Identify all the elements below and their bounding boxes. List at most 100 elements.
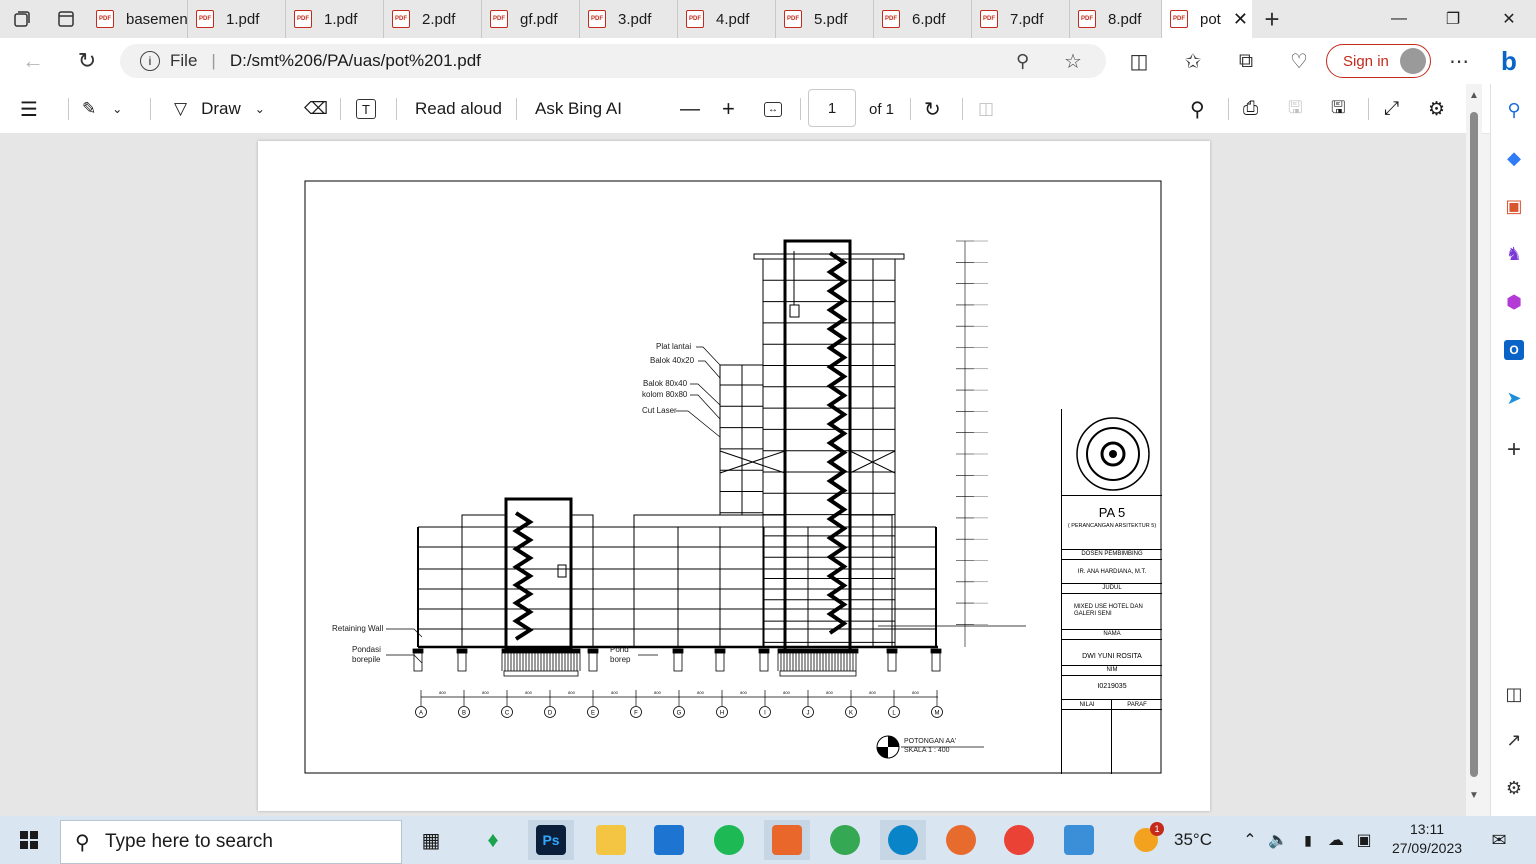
sidebar-tools-button[interactable]: ▣ [1500,192,1528,220]
nim-header: NIM [1106,667,1118,673]
browser-essentials-button[interactable]: ♡ [1284,46,1314,76]
section-title: POTONGAN AA' [904,738,957,745]
sidebar-add-button[interactable]: + [1500,436,1528,464]
taskbar-firefox[interactable] [938,820,984,860]
draw-button[interactable]: ▽ Draw ⌄ [174,94,265,124]
scroll-up-icon[interactable]: ▲ [1469,90,1479,101]
taskbar-spotify[interactable] [706,820,752,860]
sidebar-external-button[interactable]: ↗ [1500,726,1528,754]
tab-7[interactable]: PDF 4.pdf [678,0,776,38]
taskbar-photos[interactable] [1056,820,1102,860]
sidebar-search-button[interactable]: ⚲ [1500,96,1528,124]
tab-11[interactable]: PDF 8.pdf [1070,0,1162,38]
zoom-icon[interactable]: ⚲ [1016,51,1029,72]
taskbar-chrome-2[interactable] [996,820,1042,860]
save-as-button[interactable]: 🖫 [1331,94,1345,124]
address-field[interactable]: i File | D:/smt%206/PA/uas/pot%201.pdf ⚲… [120,44,1106,78]
minimize-button[interactable]: — [1372,0,1426,38]
sidebar-hide-button[interactable]: ◫ [1500,680,1528,708]
workspaces-button[interactable] [0,0,44,38]
add-text-button[interactable]: T [356,94,376,124]
clock[interactable]: 13:11 27/09/2023 [1384,820,1470,860]
settings-more-button[interactable]: ⋯ [1444,46,1474,76]
back-button[interactable]: ← [16,44,50,78]
fit-to-width-button[interactable]: ↔ [764,94,782,124]
taskbar-edge[interactable] [880,820,926,860]
ask-bing-ai-button[interactable]: Ask Bing AI [535,94,622,124]
tab-6[interactable]: PDF 3.pdf [580,0,678,38]
favorites-button[interactable]: ✩ [1178,46,1208,76]
taskbar-store[interactable] [764,820,810,860]
restore-button[interactable]: ❐ [1426,0,1480,38]
favorite-star-icon[interactable]: ☆ [1064,49,1082,74]
pen-workspace-button[interactable]: ▣ [1352,820,1376,860]
toolbar-divider [1228,98,1229,120]
read-aloud-button[interactable]: Read aloud [415,94,502,124]
date: 27/09/2023 [1391,840,1463,856]
zoom-in-button[interactable]: + [722,94,735,124]
search-icon: ⚲ [1190,98,1205,121]
erase-button[interactable]: ⌫ [304,94,328,124]
collections-button[interactable]: ⧉ [1231,46,1261,76]
show-hidden-icons-button[interactable]: ⌃ [1238,820,1262,860]
highlight-button[interactable]: ✎ ⌄ [82,94,122,124]
save-button[interactable]: 🖫 [1288,94,1302,124]
tab-3[interactable]: PDF 1.pdf [286,0,384,38]
tab-12[interactable]: PDF pot ✕ [1162,0,1252,38]
fullscreen-button[interactable]: ⤢ [1384,94,1399,124]
taskbar-file-explorer[interactable] [588,820,634,860]
tab-1[interactable]: PDF basemen [88,0,188,38]
sidebar-shopping-button[interactable]: ◆ [1500,144,1528,172]
tab-9[interactable]: PDF 6.pdf [874,0,972,38]
refresh-button[interactable]: ↻ [70,44,104,78]
page-number-input[interactable]: 1 [808,89,856,127]
taskbar-evernote[interactable]: ♦ [470,820,516,860]
sidebar-games-button[interactable]: ♞ [1500,240,1528,268]
close-window-button[interactable]: ✕ [1482,0,1536,38]
split-screen-button[interactable]: ◫ [1124,46,1154,76]
pdf-settings-button[interactable]: ⚙ [1428,94,1445,124]
taskbar-photoshop[interactable]: Ps [528,820,574,860]
network-button[interactable]: ☁ [1324,820,1348,860]
vertical-scrollbar[interactable]: ▲ ▼ [1466,84,1482,816]
scroll-down-icon[interactable]: ▼ [1469,790,1479,801]
zoom-out-button[interactable]: — [680,94,700,124]
scroll-thumb[interactable] [1470,112,1478,777]
tab-5[interactable]: PDF gf.pdf [482,0,580,38]
bing-copilot-button[interactable]: b [1494,46,1524,76]
office-icon: ⬢ [1506,291,1522,312]
notifications-button[interactable]: ✉ [1476,820,1522,860]
start-button[interactable] [6,820,52,860]
sidebar-outlook-button[interactable]: O [1500,336,1528,364]
tab-8[interactable]: PDF 5.pdf [776,0,874,38]
pdf-file-icon: PDF [1170,10,1188,28]
toolbar-divider [150,98,151,120]
chevron-up-icon: ⌃ [1243,832,1257,849]
close-tab-icon[interactable]: ✕ [1233,9,1248,30]
page-view-button[interactable]: ◫ [978,94,994,124]
tab-actions-button[interactable] [44,0,88,38]
tab-2[interactable]: PDF 1.pdf [188,0,286,38]
sidebar-settings-button[interactable]: ⚙ [1500,774,1528,802]
tab-10[interactable]: PDF 7.pdf [972,0,1070,38]
rotate-button[interactable]: ↻ [924,94,941,124]
contents-button[interactable]: ☰ [20,94,38,124]
sidebar-office-button[interactable]: ⬢ [1500,288,1528,316]
print-button[interactable]: ⎙ [1243,94,1258,124]
search-button[interactable]: ⚲ [1190,94,1205,124]
pdf-viewer[interactable]: A 800 B 800 C 800 D 800 E 800 F 800 G 800 H 800 I 800 J 800… [0,134,1466,816]
ask-ai-label: Ask Bing AI [535,99,622,118]
new-tab-button[interactable]: + [1252,0,1292,38]
battery-button[interactable]: ▮ [1296,820,1320,860]
dosen-header: DOSEN PEMBIMBING [1081,551,1143,557]
taskbar-search-input[interactable]: ⚲ Type here to search [60,820,402,864]
tab-4[interactable]: PDF 2.pdf [384,0,482,38]
weather-widget[interactable]: 1 35°C [1134,820,1234,860]
volume-button[interactable]: 🔈 [1266,820,1290,860]
task-view-button[interactable]: ▦ [408,820,454,860]
title-block-divider [1062,495,1162,496]
taskbar-chrome-1[interactable] [822,820,868,860]
sign-in-button[interactable]: Sign in [1326,44,1431,78]
taskbar-mail[interactable] [646,820,692,860]
sidebar-drop-button[interactable]: ➤ [1500,384,1528,412]
